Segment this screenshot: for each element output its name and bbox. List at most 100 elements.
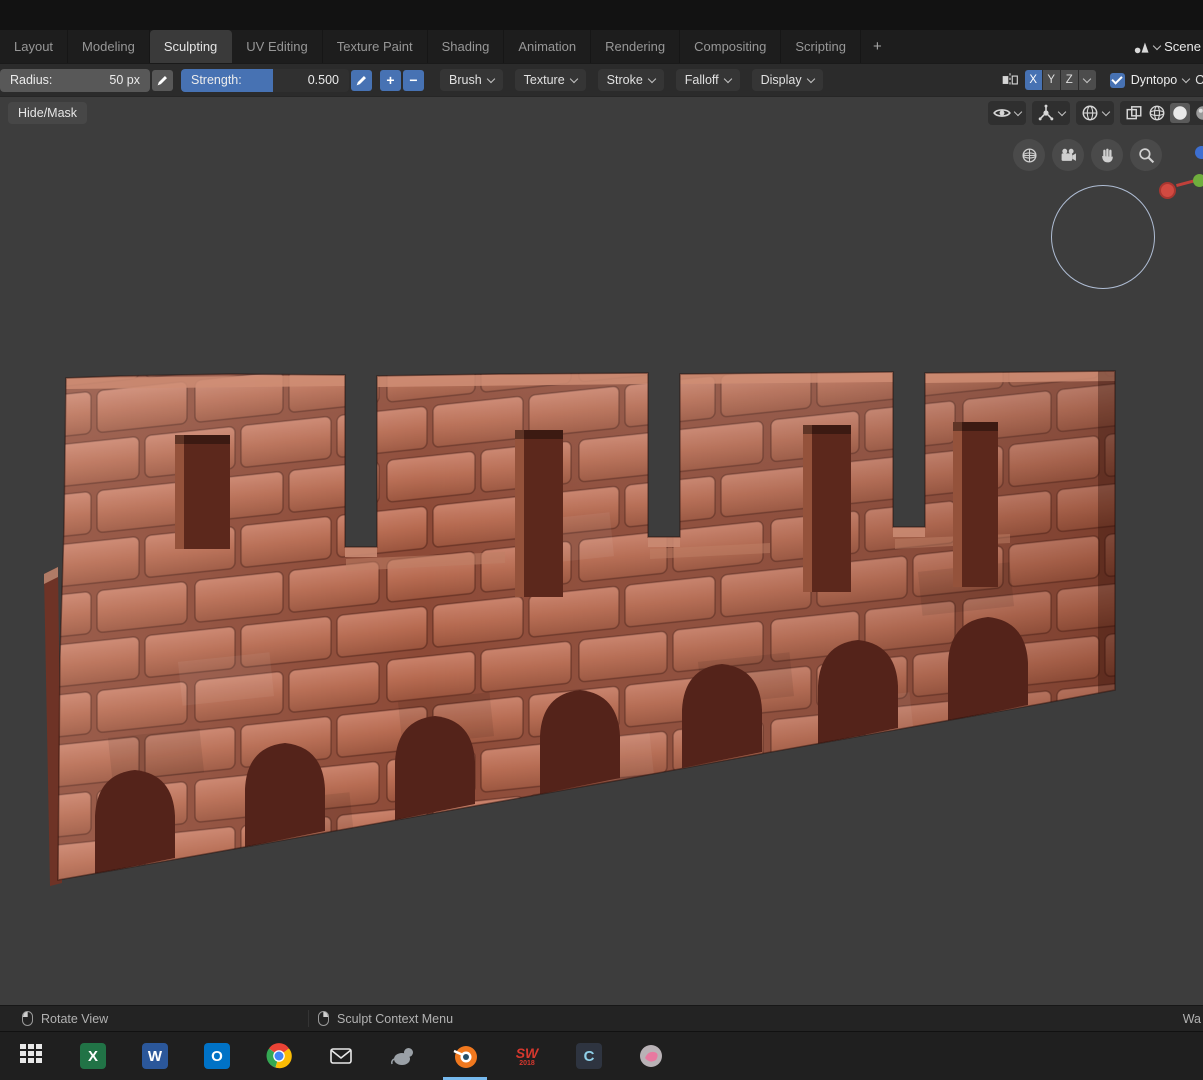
radius-edit-button[interactable]: [152, 69, 173, 91]
shading-dropdown[interactable]: [1076, 101, 1114, 125]
clip-studio-icon: C: [576, 1043, 602, 1069]
workspace-tab-bar: Layout Modeling Sculpting UV Editing Tex…: [0, 30, 1203, 63]
tab-texture-paint[interactable]: Texture Paint: [323, 30, 428, 63]
hide-mask-button[interactable]: Hide/Mask: [8, 102, 88, 124]
scene-selector[interactable]: Scene: [1132, 30, 1203, 63]
taskbar-excel-icon[interactable]: X: [62, 1032, 124, 1080]
chrome-icon: [266, 1043, 292, 1069]
axis-y-handle[interactable]: [1193, 174, 1203, 187]
brush-menu[interactable]: Brush: [440, 69, 503, 91]
mirror-x-button[interactable]: X: [1024, 70, 1042, 90]
solid-shading-button[interactable]: [1170, 103, 1190, 123]
chevron-down-icon: [486, 74, 495, 84]
mirror-axis-group: X Y Z: [1024, 70, 1096, 90]
top-bar: [0, 0, 1203, 30]
mirror-z-button[interactable]: Z: [1060, 70, 1078, 90]
strength-slider[interactable]: Strength: 0.500: [181, 68, 349, 92]
display-menu[interactable]: Display: [751, 69, 823, 91]
wireframe-shading-button[interactable]: [1147, 103, 1167, 123]
camera-view-button[interactable]: [1052, 139, 1084, 171]
mail-icon: [330, 1048, 352, 1064]
brush-subtract-button[interactable]: −: [403, 69, 424, 91]
chevron-down-icon: [1152, 41, 1162, 50]
chevron-down-icon: [806, 74, 815, 84]
taskbar-app-grid-icon[interactable]: [0, 1032, 62, 1080]
texture-menu[interactable]: Texture: [514, 69, 586, 91]
tab-animation[interactable]: Animation: [504, 30, 592, 63]
mirror-icon: [1002, 73, 1018, 87]
paint-app-icon: [640, 1045, 662, 1067]
excel-icon: X: [80, 1043, 106, 1069]
mirror-options-dropdown[interactable]: [1078, 70, 1096, 90]
chevron-down-icon: [1082, 74, 1092, 84]
blender-window: Layout Modeling Sculpting UV Editing Tex…: [0, 0, 1203, 1080]
taskbar-blender-icon[interactable]: [434, 1032, 496, 1080]
tab-compositing[interactable]: Compositing: [680, 30, 782, 63]
radius-value: 50 px: [109, 73, 140, 87]
taskbar-clip-studio-icon[interactable]: C: [558, 1032, 620, 1080]
viewport-canvas[interactable]: [0, 97, 1203, 1005]
magnifier-icon: [1138, 147, 1154, 163]
globe-icon: [1082, 105, 1098, 121]
mouse-left-icon: [22, 1011, 33, 1026]
tab-scripting[interactable]: Scripting: [781, 30, 861, 63]
camera-icon: [1061, 148, 1076, 161]
taskbar-mail-icon[interactable]: [310, 1032, 372, 1080]
chevron-down-icon: [1182, 74, 1191, 84]
status-rotate-view: Rotate View: [22, 1006, 108, 1031]
overlays-dropdown[interactable]: [988, 101, 1026, 125]
chevron-down-icon: [569, 74, 578, 84]
word-icon: W: [142, 1043, 168, 1069]
viewport[interactable]: Hide/Mask: [0, 97, 1203, 1005]
status-divider: [308, 1010, 309, 1027]
brick-wall-model[interactable]: [40, 357, 1130, 897]
falloff-menu[interactable]: Falloff: [675, 69, 740, 91]
shading-mode-group: [1120, 101, 1203, 125]
material-sphere-icon: [1196, 106, 1203, 120]
tab-layout[interactable]: Layout: [0, 30, 69, 63]
taskbar-paint-app-icon[interactable]: [620, 1032, 682, 1080]
taskbar-word-icon[interactable]: W: [124, 1032, 186, 1080]
chevron-down-icon: [647, 74, 657, 84]
brush-add-button[interactable]: +: [380, 69, 401, 91]
eye-icon: [993, 109, 1011, 117]
perspective-toggle-button[interactable]: [1013, 139, 1045, 171]
xray-toggle[interactable]: [1124, 103, 1144, 123]
taskbar-mouse-utility-icon[interactable]: [372, 1032, 434, 1080]
taskbar-outlook-icon[interactable]: O: [186, 1032, 248, 1080]
grid-sphere-icon: [1021, 147, 1037, 163]
axis-z-handle[interactable]: [1195, 146, 1203, 159]
add-workspace-button[interactable]: +: [861, 30, 894, 63]
tab-rendering[interactable]: Rendering: [591, 30, 681, 63]
radius-slider[interactable]: Radius: 50 px: [0, 68, 150, 92]
solid-sphere-icon: [1173, 106, 1187, 120]
taskbar-chrome-icon[interactable]: [248, 1032, 310, 1080]
gizmo-icon: [1038, 104, 1054, 121]
tab-shading[interactable]: Shading: [428, 30, 505, 63]
mirror-y-button[interactable]: Y: [1042, 70, 1060, 90]
pan-view-button[interactable]: [1091, 139, 1123, 171]
tab-modeling[interactable]: Modeling: [68, 30, 150, 63]
stroke-menu[interactable]: Stroke: [597, 69, 664, 91]
taskbar-solidworks-icon[interactable]: SW 2018: [496, 1032, 558, 1080]
dyntopo-label: Dyntopo: [1130, 73, 1178, 87]
pencil-icon: [157, 75, 167, 85]
axis-x-handle[interactable]: [1159, 182, 1176, 199]
options-menu-partial[interactable]: O: [1195, 73, 1203, 87]
viewport-nav-buttons: [1013, 139, 1162, 171]
zoom-view-button[interactable]: [1130, 139, 1162, 171]
chevron-down-icon: [1057, 107, 1067, 117]
chevron-down-icon: [1101, 107, 1111, 117]
strength-label: Strength:: [191, 73, 242, 87]
gizmos-dropdown[interactable]: [1032, 101, 1070, 125]
tab-sculpting[interactable]: Sculpting: [149, 30, 233, 63]
outlook-icon: O: [204, 1043, 230, 1069]
chevron-down-icon: [723, 74, 732, 84]
dyntopo-checkbox[interactable]: [1109, 72, 1125, 88]
material-shading-button[interactable]: [1193, 103, 1203, 123]
tool-settings-bar: Radius: 50 px Strength: 0.500 + − Brush …: [0, 63, 1203, 97]
tab-uv-editing[interactable]: UV Editing: [232, 30, 323, 63]
mouse-right-icon: [318, 1011, 329, 1026]
strength-edit-button[interactable]: [351, 69, 372, 91]
wireframe-sphere-icon: [1149, 105, 1165, 121]
